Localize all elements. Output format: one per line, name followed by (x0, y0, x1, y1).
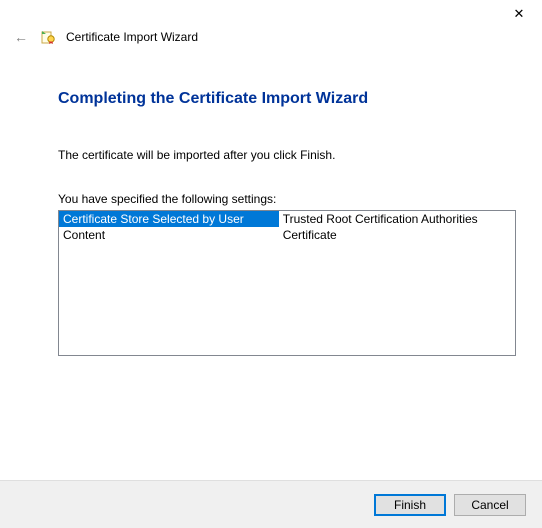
titlebar: ✕ (496, 0, 542, 28)
close-icon: ✕ (514, 6, 525, 22)
close-button[interactable]: ✕ (496, 0, 542, 28)
setting-value: Certificate (279, 227, 515, 243)
table-row[interactable]: Content Certificate (59, 227, 515, 243)
settings-listview[interactable]: Certificate Store Selected by User Trust… (58, 210, 516, 356)
setting-key: Certificate Store Selected by User (59, 211, 279, 227)
table-row[interactable]: Certificate Store Selected by User Trust… (59, 211, 515, 227)
import-info-text: The certificate will be imported after y… (58, 148, 516, 162)
page-heading: Completing the Certificate Import Wizard (58, 90, 516, 108)
wizard-footer: Finish Cancel (0, 480, 542, 528)
back-button[interactable]: ← (12, 28, 30, 46)
back-arrow-icon: ← (14, 29, 28, 45)
finish-button[interactable]: Finish (374, 494, 446, 516)
wizard-page: Completing the Certificate Import Wizard… (58, 90, 516, 356)
cancel-button[interactable]: Cancel (454, 494, 526, 516)
wizard-header: ← Certificate Import Wizard (12, 28, 530, 46)
settings-table: Certificate Store Selected by User Trust… (59, 211, 515, 243)
wizard-title: Certificate Import Wizard (66, 30, 198, 44)
certificate-wizard-icon (40, 29, 56, 45)
settings-label: You have specified the following setting… (58, 192, 516, 206)
setting-key: Content (59, 227, 279, 243)
setting-value: Trusted Root Certification Authorities (279, 211, 515, 227)
